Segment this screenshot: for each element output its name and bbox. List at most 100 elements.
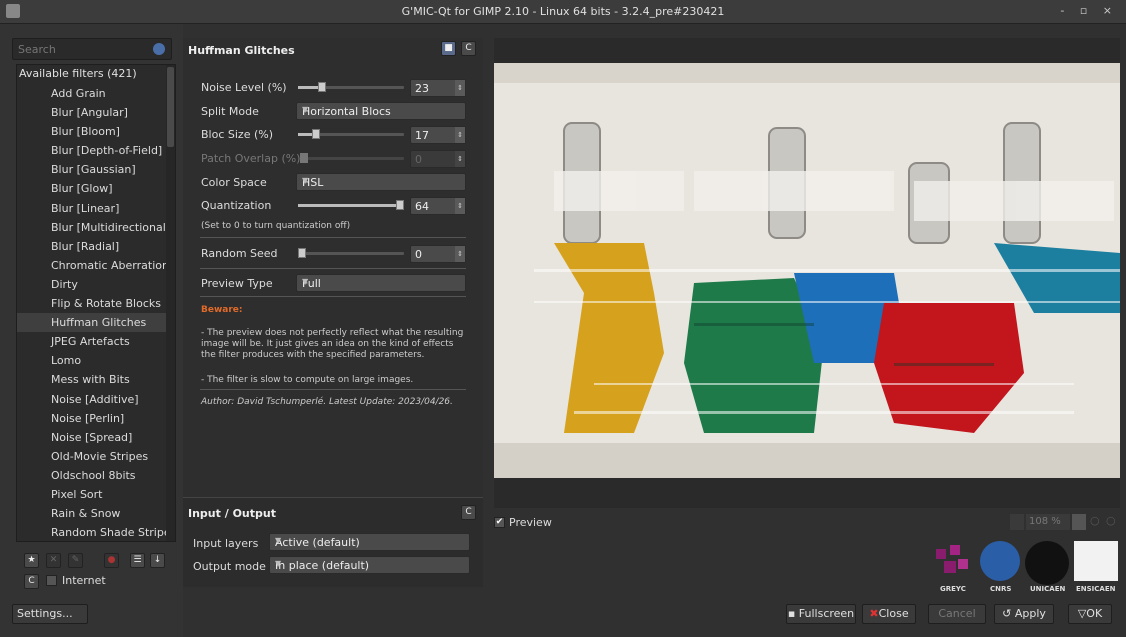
scrollbar-thumb[interactable] xyxy=(167,67,174,147)
beware-note-2: - The filter is slow to compute on large… xyxy=(201,375,414,385)
preview-checkbox[interactable]: ✔ xyxy=(494,517,505,528)
zoom-reset-icon[interactable]: ○ xyxy=(1090,514,1100,527)
apply-button[interactable]: ↺ Apply xyxy=(994,604,1054,624)
color-space-select[interactable]: HSL ▼ xyxy=(296,173,466,191)
patch-overlap-value[interactable]: 0 xyxy=(415,153,422,166)
filter-item[interactable]: Random Shade Stripes xyxy=(17,523,175,541)
refresh-icon[interactable]: C xyxy=(24,574,39,589)
preview-type-select[interactable]: Full ▼ xyxy=(296,274,466,292)
quantization-value[interactable]: 64 xyxy=(415,200,429,213)
filter-item[interactable]: Mess with Bits xyxy=(17,370,175,389)
fave-icon[interactable]: ■ xyxy=(441,41,456,56)
apply-label: Apply xyxy=(1014,607,1046,620)
search-input[interactable] xyxy=(13,39,143,59)
filter-item[interactable]: JPEG Artefacts xyxy=(17,332,175,351)
patch-overlap-spinbox[interactable]: 0 ⇕ xyxy=(410,150,466,168)
filter-item[interactable]: Blur [Multidirectional] xyxy=(17,218,175,237)
settings-button[interactable]: Settings... xyxy=(12,604,88,624)
spin-arrows-icon[interactable]: ⇕ xyxy=(455,127,465,143)
rename-fave-icon[interactable]: ✎ xyxy=(68,553,83,568)
filter-item[interactable]: Old-Movie Stripes xyxy=(17,447,175,466)
filter-item[interactable]: Noise [Perlin] xyxy=(17,409,175,428)
search-icon[interactable] xyxy=(153,43,165,55)
download-icon[interactable]: ↓ xyxy=(150,553,165,568)
cnrs-logo xyxy=(980,541,1020,581)
filter-item[interactable]: Dirty xyxy=(17,275,175,294)
visibility-icon[interactable]: ● xyxy=(104,553,119,568)
split-mode-select[interactable]: Horizontal Blocs ▼ xyxy=(296,102,466,120)
filter-item[interactable]: Noise [Additive] xyxy=(17,390,175,409)
random-seed-slider[interactable] xyxy=(298,248,404,258)
filter-item[interactable]: Pixel Sort xyxy=(17,485,175,504)
ensicaen-label: ENSICAEN xyxy=(1076,585,1116,593)
close-label: Close xyxy=(878,607,909,620)
zoom-out-icon[interactable] xyxy=(1010,514,1024,530)
unicaen-label: UNICAEN xyxy=(1030,585,1066,593)
filter-item[interactable]: Blur [Bloom] xyxy=(17,122,175,141)
zoom-in-icon[interactable] xyxy=(1072,514,1086,530)
random-seed-value[interactable]: 0 xyxy=(415,248,422,261)
io-reset-icon[interactable]: C xyxy=(461,505,476,520)
spin-arrows-icon[interactable]: ⇕ xyxy=(455,198,465,214)
bloc-size-slider[interactable] xyxy=(298,129,404,139)
zoom-value[interactable]: 108 % xyxy=(1026,514,1070,530)
filter-item[interactable]: Blur [Linear] xyxy=(17,199,175,218)
search-box[interactable] xyxy=(12,38,172,60)
filter-item[interactable]: Oldschool 8bits xyxy=(17,466,175,485)
noise-level-spinbox[interactable]: 23 ⇕ xyxy=(410,79,466,97)
bloc-size-value[interactable]: 17 xyxy=(415,129,429,142)
remove-fave-icon[interactable]: ✕ xyxy=(46,553,61,568)
separator xyxy=(200,237,466,238)
window-controls[interactable]: - ▫ × xyxy=(1060,4,1118,17)
bloc-size-label: Bloc Size (%) xyxy=(201,128,273,141)
patch-overlap-slider[interactable] xyxy=(300,153,404,163)
filter-item[interactable]: Blur [Depth-of-Field] xyxy=(17,141,175,160)
beware-title: Beware: xyxy=(201,305,243,315)
filter-item[interactable]: Rain & Snow xyxy=(17,504,175,523)
filter-item-selected[interactable]: Huffman Glitches xyxy=(17,313,175,333)
random-seed-spinbox[interactable]: 0 ⇕ xyxy=(410,245,466,263)
quantization-slider[interactable] xyxy=(298,200,404,210)
filter-tree[interactable]: Available filters (421) Add Grain Blur [… xyxy=(16,64,176,542)
title-bar: G'MIC-Qt for GIMP 2.10 - Linux 64 bits -… xyxy=(0,0,1126,24)
ensicaen-logo xyxy=(1074,541,1118,581)
close-button[interactable]: ✖Close xyxy=(862,604,916,624)
reset-icon[interactable]: C xyxy=(461,41,476,56)
input-layers-select[interactable]: Active (default) ▼ xyxy=(269,533,470,551)
output-mode-label: Output mode xyxy=(193,560,266,573)
zoom-fit-icon[interactable]: ○ xyxy=(1106,514,1116,527)
filter-item[interactable]: Add Grain xyxy=(17,84,175,103)
filter-item[interactable]: Flip & Rotate Blocks xyxy=(17,294,175,313)
ok-button[interactable]: ▽OK xyxy=(1068,604,1112,624)
internet-checkbox[interactable] xyxy=(46,575,57,586)
beware-note-1: - The preview does not perfectly reflect… xyxy=(201,328,464,360)
filter-item[interactable]: Blur [Gaussian] xyxy=(17,160,175,179)
io-title: Input / Output xyxy=(188,507,276,520)
preview-type-label: Preview Type xyxy=(201,277,273,290)
cnrs-label: CNRS xyxy=(990,585,1012,593)
cancel-button[interactable]: Cancel xyxy=(928,604,986,624)
add-fave-icon[interactable]: ★ xyxy=(24,553,39,568)
quantization-spinbox[interactable]: 64 ⇕ xyxy=(410,197,466,215)
fullscreen-label: Fullscreen xyxy=(798,607,855,620)
filter-item[interactable]: Lomo xyxy=(17,351,175,370)
filter-tree-scrollbar[interactable] xyxy=(166,65,175,541)
filter-item[interactable]: Blur [Glow] xyxy=(17,179,175,198)
filter-title: Huffman Glitches xyxy=(188,44,295,57)
filter-item[interactable]: Blur [Angular] xyxy=(17,103,175,122)
filter-item[interactable]: Noise [Spread] xyxy=(17,428,175,447)
spin-arrows-icon[interactable]: ⇕ xyxy=(455,151,465,167)
filter-item[interactable]: Blur [Radial] xyxy=(17,237,175,256)
output-mode-select[interactable]: In place (default) ▼ xyxy=(269,556,470,574)
spin-arrows-icon[interactable]: ⇕ xyxy=(455,246,465,262)
expand-icon[interactable]: ☰ xyxy=(130,553,145,568)
spin-arrows-icon[interactable]: ⇕ xyxy=(455,80,465,96)
filter-item[interactable]: Chromatic Aberration xyxy=(17,256,175,275)
noise-level-slider[interactable] xyxy=(298,82,404,92)
bloc-size-spinbox[interactable]: 17 ⇕ xyxy=(410,126,466,144)
noise-level-value[interactable]: 23 xyxy=(415,82,429,95)
preview-image[interactable] xyxy=(494,63,1120,478)
fullscreen-button[interactable]: ▪ Fullscreen xyxy=(786,604,856,624)
filter-tree-header[interactable]: Available filters (421) xyxy=(17,65,175,84)
input-layers-label: Input layers xyxy=(193,537,259,550)
